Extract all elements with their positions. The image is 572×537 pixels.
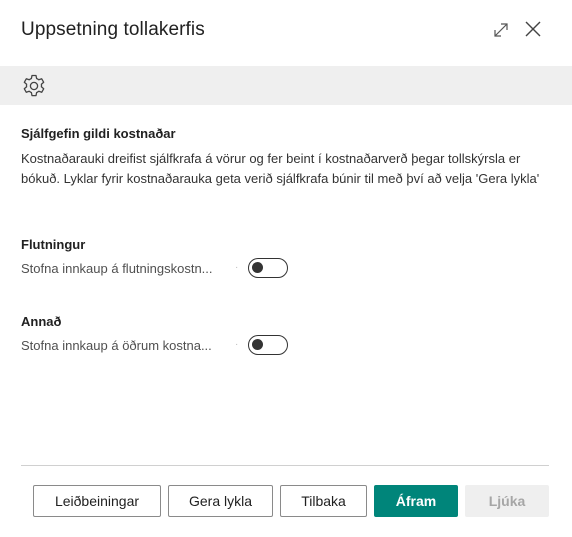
toggle-knob <box>252 262 263 273</box>
freight-toggle[interactable] <box>248 258 288 278</box>
expand-icon[interactable] <box>489 18 513 42</box>
finish-button: Ljúka <box>465 485 549 517</box>
group-title-freight: Flutningur <box>21 237 86 252</box>
toggle-knob <box>252 339 263 350</box>
action-bar <box>0 66 572 105</box>
field-dots: · <box>235 339 239 350</box>
other-field-label: Stofna innkaup á öðrum kostna... <box>21 338 212 353</box>
footer-divider <box>21 465 549 466</box>
section-description: Kostnaðarauki dreifist sjálfkrafa á vöru… <box>21 151 540 186</box>
section-title: Sjálfgefin gildi kostnaðar <box>21 126 176 141</box>
next-button[interactable]: Áfram <box>374 485 458 517</box>
setup-dialog: Uppsetning tollakerfis Sjálfgefin gildi … <box>0 0 572 537</box>
other-toggle[interactable] <box>248 335 288 355</box>
back-button[interactable]: Tilbaka <box>280 485 367 517</box>
dialog-title: Uppsetning tollakerfis <box>21 19 205 40</box>
gear-icon[interactable] <box>21 73 47 99</box>
close-icon[interactable] <box>521 17 545 41</box>
group-title-other: Annað <box>21 314 62 329</box>
create-keys-button[interactable]: Gera lykla <box>168 485 273 517</box>
guide-button[interactable]: Leiðbeiningar <box>33 485 161 517</box>
field-dots: · <box>235 262 239 273</box>
freight-field-label: Stofna innkaup á flutningskostn... <box>21 261 213 276</box>
